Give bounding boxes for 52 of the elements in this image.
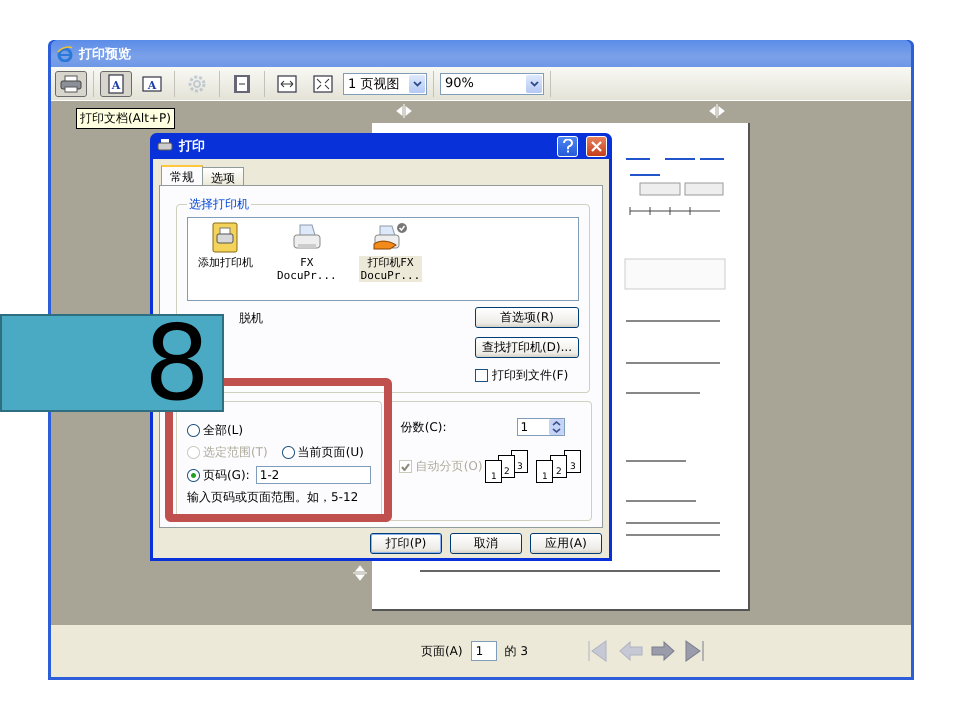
page-label: 页面(A) (421, 642, 463, 660)
checkmark-icon (400, 462, 410, 470)
dialog-button[interactable]: 取消 (450, 532, 522, 554)
dialog-title: 打印 (179, 138, 206, 155)
copies-spinner[interactable]: 1 (516, 418, 565, 436)
radio-option[interactable]: 当前页面(U) (282, 444, 364, 461)
printer-icon (60, 74, 82, 92)
printer-item[interactable]: 打印机FX DocuPr... (358, 222, 422, 296)
group-title: 选择打印机 (188, 196, 250, 213)
dialog-button[interactable]: 首选项(R) (475, 307, 579, 328)
spinner-arrows-icon (548, 419, 564, 435)
toolbar-button[interactable]: A (100, 70, 132, 96)
window-title: 打印预览 (79, 46, 131, 62)
close-button[interactable] (586, 136, 607, 156)
dialog-button[interactable]: 查找打印机(D)... (475, 337, 579, 358)
margin-handle-icon[interactable] (396, 104, 412, 118)
toolbar-button[interactable]: A (136, 70, 168, 96)
printer-item[interactable]: FX DocuPr... (275, 222, 339, 296)
dialog-tab[interactable]: 选项 (202, 167, 244, 185)
help-button[interactable] (557, 136, 578, 156)
fit-width-icon (277, 74, 297, 92)
settings-icon (188, 74, 206, 92)
add-printer-icon (210, 222, 240, 254)
printer-icon (157, 139, 173, 153)
landscape-page-icon: A (142, 76, 162, 92)
radio-option[interactable]: 全部(L) (187, 422, 371, 439)
page-range-field[interactable]: 1-2 (256, 466, 371, 484)
tooltip: 打印文档(Alt+P) (76, 108, 175, 129)
help-icon (562, 139, 572, 153)
dialog-button[interactable]: 应用(A) (530, 532, 602, 554)
page-icon (233, 74, 251, 94)
margin-handle-icon[interactable] (709, 104, 725, 118)
copies-label: 份数(C): (400, 418, 447, 436)
checkbox[interactable]: 打印到文件(F) (475, 367, 579, 384)
margin-handle-icon[interactable] (353, 565, 367, 581)
next-page-icon[interactable] (650, 639, 676, 663)
fit-page-icon (313, 74, 333, 92)
page-number-field[interactable]: 1 (470, 641, 497, 661)
step-number-badge: 8 (0, 314, 224, 412)
toolbar-button[interactable] (55, 70, 87, 96)
portrait-page-icon: A (108, 74, 124, 94)
hint-text: 输入页码或页面范围。如，5-12 (187, 489, 360, 506)
close-icon (591, 140, 602, 152)
browser-logo-icon (57, 46, 73, 62)
dialog-button[interactable]: 打印(P) (370, 532, 442, 554)
zoom-select[interactable]: 90% (440, 72, 544, 94)
printer-item[interactable]: 添加打印机 (196, 222, 255, 296)
page-count: 的 3 (504, 642, 528, 660)
status-value: 脱机 (239, 310, 263, 327)
radio-option[interactable]: 页码(G): (187, 466, 250, 484)
dialog-tab[interactable]: 常规 (161, 165, 203, 185)
view-select[interactable]: 1 页视图 (343, 72, 427, 94)
